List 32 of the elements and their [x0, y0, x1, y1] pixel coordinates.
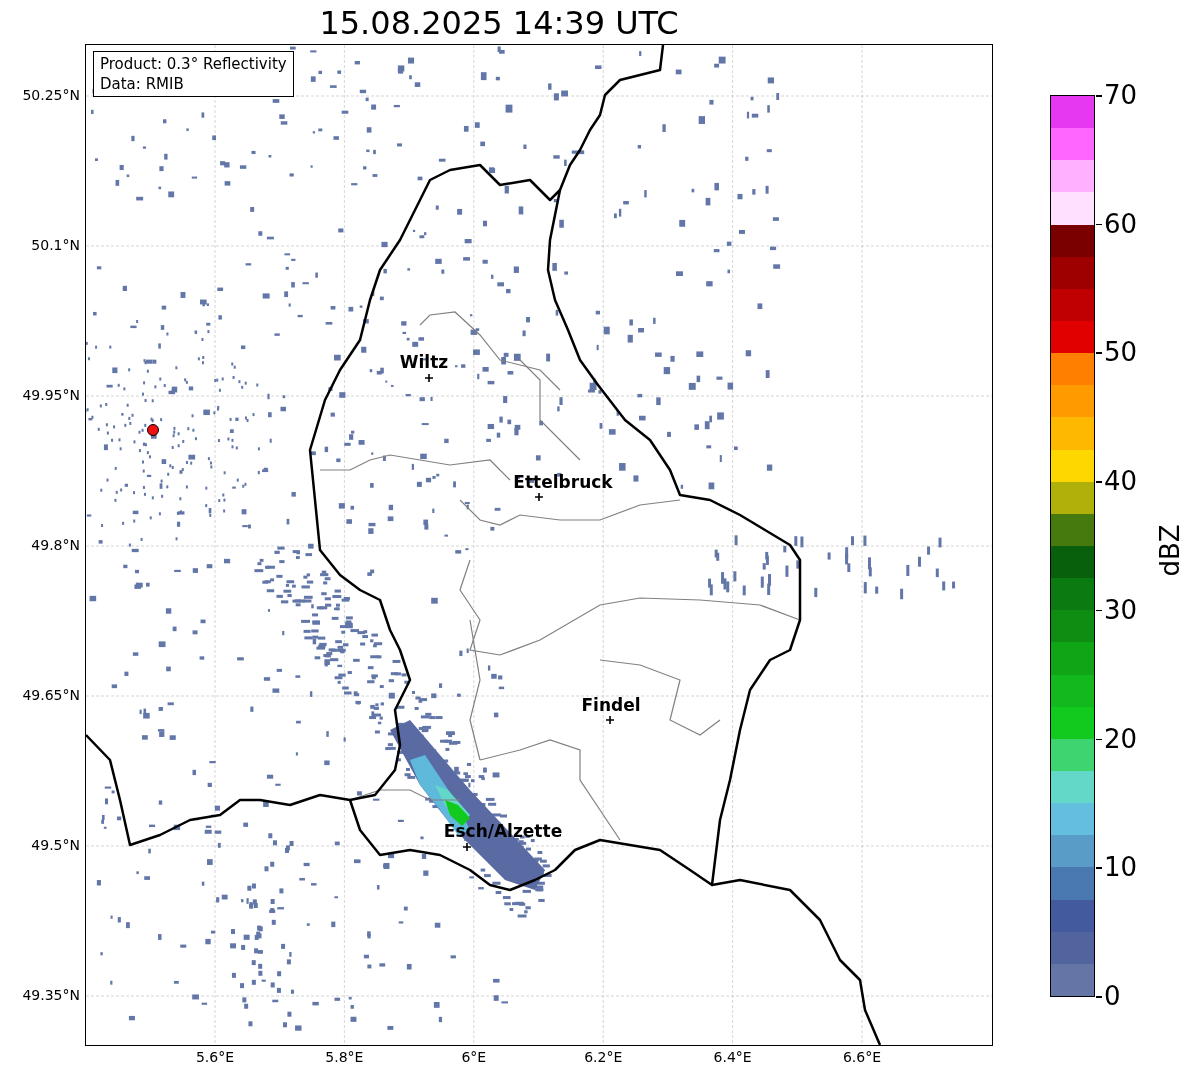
colorbar-tick-label: 50 — [1104, 339, 1138, 366]
colorbar-label: dBZ — [1153, 523, 1184, 577]
info-text: Product: 0.3° Reflectivity — [100, 54, 287, 74]
place-label: Wiltz — [399, 353, 449, 371]
latitude-label: 50.25°N — [22, 88, 80, 102]
place-label: Findel — [581, 696, 641, 714]
plus-marker-icon — [463, 843, 471, 851]
latitude-label: 49.35°N — [22, 988, 80, 1002]
colorbar-tick-label: 70 — [1104, 82, 1138, 108]
colorbar-tick-label: 10 — [1104, 854, 1138, 881]
longitude-label: 5.8°E — [325, 1050, 364, 1064]
place-label: Ettelbruck — [513, 473, 613, 491]
longitude-label: 6°E — [461, 1050, 487, 1064]
chart-title: 15.08.2025 14:39 UTC — [319, 6, 679, 39]
colorbar-tick-label: 0 — [1104, 983, 1121, 1009]
plus-marker-icon — [606, 716, 614, 724]
longitude-label: 5.6°E — [195, 1050, 235, 1064]
longitude-label: 6.6°E — [842, 1050, 882, 1064]
plus-marker-icon — [535, 493, 543, 501]
colorbar-tick-label: 40 — [1104, 468, 1138, 495]
plus-marker-icon — [425, 374, 433, 382]
info-text: Data: RMIB — [100, 74, 185, 94]
colorbar-tick-label: 30 — [1104, 596, 1138, 623]
colorbar-tick-label: 60 — [1104, 210, 1138, 237]
latitude-label: 50.1°N — [31, 238, 80, 252]
longitude-label: 6.4°E — [713, 1050, 752, 1064]
latitude-label: 49.95°N — [22, 388, 80, 402]
longitude-label: 6.2°E — [584, 1050, 623, 1064]
latitude-label: 49.8°N — [31, 538, 80, 552]
colorbar-tick-label: 20 — [1104, 725, 1138, 752]
latitude-label: 49.65°N — [22, 688, 80, 702]
latitude-label: 49.5°N — [31, 838, 80, 852]
